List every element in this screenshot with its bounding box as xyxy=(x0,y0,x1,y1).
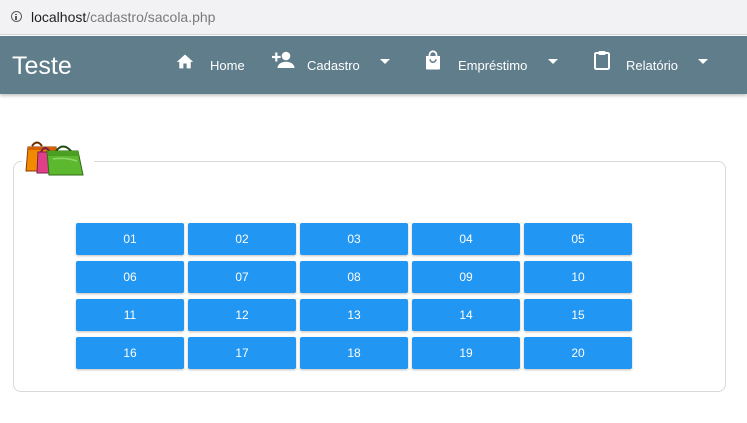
bag-button-11[interactable]: 11 xyxy=(76,299,184,331)
bag-button-20[interactable]: 20 xyxy=(524,337,632,369)
nav-item-emprestimo[interactable]: Empréstimo xyxy=(424,36,560,94)
shopping-bags-icon xyxy=(25,141,84,176)
nav-item-label: Cadastro xyxy=(307,58,360,73)
bag-button-14[interactable]: 14 xyxy=(412,299,520,331)
shopping-bag-icon xyxy=(426,50,440,70)
navbar: Teste Home Cadastro Empréstimo Relatório xyxy=(0,36,747,94)
bag-button-08[interactable]: 08 xyxy=(300,261,408,293)
bag-button-09[interactable]: 09 xyxy=(412,261,520,293)
bag-button-10[interactable]: 10 xyxy=(524,261,632,293)
brand-title[interactable]: Teste xyxy=(12,51,72,81)
chevron-down-icon xyxy=(698,59,708,64)
person-add-icon xyxy=(272,51,295,68)
bag-button-02[interactable]: 02 xyxy=(188,223,296,255)
bag-button-18[interactable]: 18 xyxy=(300,337,408,369)
url-host: localhost xyxy=(31,9,87,25)
url-path: /cadastro/sacola.php xyxy=(86,9,216,25)
bag-button-05[interactable]: 05 xyxy=(524,223,632,255)
home-icon xyxy=(176,54,194,69)
browser-address-bar: localhost/cadastro/sacola.php xyxy=(0,0,747,35)
bag-button-07[interactable]: 07 xyxy=(188,261,296,293)
nav-item-home[interactable]: Home xyxy=(175,36,255,94)
bag-button-12[interactable]: 12 xyxy=(188,299,296,331)
bag-button-16[interactable]: 16 xyxy=(76,337,184,369)
clipboard-icon xyxy=(594,51,610,70)
nav-item-relatorio[interactable]: Relatório xyxy=(594,36,714,94)
nav-item-label: Empréstimo xyxy=(458,58,528,73)
chevron-down-icon xyxy=(380,59,390,64)
bag-button-19[interactable]: 19 xyxy=(412,337,520,369)
bag-button-06[interactable]: 06 xyxy=(76,261,184,293)
nav-item-label: Relatório xyxy=(626,58,679,73)
nav-item-cadastro[interactable]: Cadastro xyxy=(272,36,394,94)
bag-button-grid: 01 02 03 04 05 06 07 08 09 10 11 12 13 14 15 16 17 18 19 20 xyxy=(76,223,632,369)
url-field[interactable]: localhost/cadastro/sacola.php xyxy=(31,9,215,25)
chevron-down-icon xyxy=(548,59,558,64)
bag-button-01[interactable]: 01 xyxy=(76,223,184,255)
bag-button-13[interactable]: 13 xyxy=(300,299,408,331)
bag-button-15[interactable]: 15 xyxy=(524,299,632,331)
info-icon[interactable] xyxy=(11,11,22,22)
bag-button-17[interactable]: 17 xyxy=(188,337,296,369)
bag-button-04[interactable]: 04 xyxy=(412,223,520,255)
bag-button-03[interactable]: 03 xyxy=(300,223,408,255)
nav-item-label: Home xyxy=(210,58,245,73)
